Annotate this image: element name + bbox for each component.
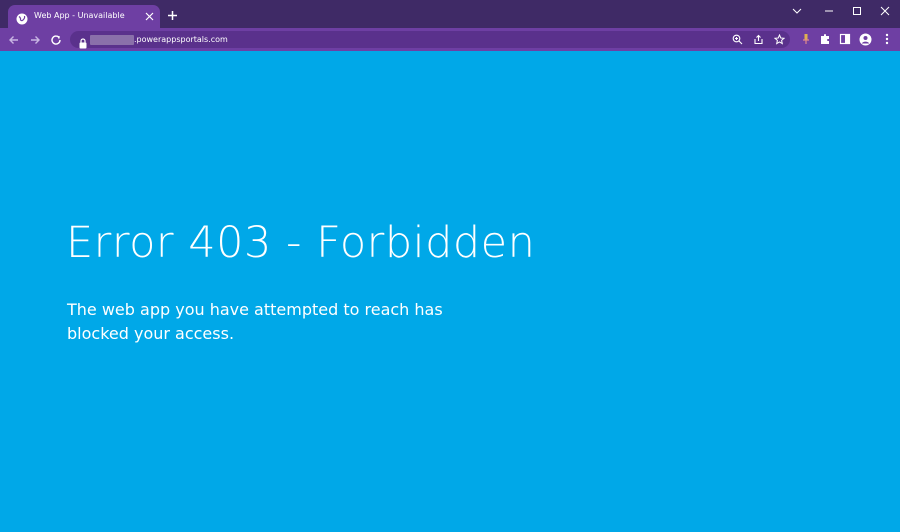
share-icon[interactable]: [752, 33, 765, 46]
error-title: Error 403 - Forbidden: [66, 218, 536, 268]
minimize-icon[interactable]: [814, 0, 844, 22]
star-icon[interactable]: [773, 33, 786, 46]
tab-title: Web App - Unavailable: [34, 11, 125, 20]
chevron-down-icon[interactable]: [782, 0, 812, 22]
globe-icon: [16, 10, 28, 25]
url-text: .powerappsportals.com: [134, 35, 228, 44]
side-panel-icon[interactable]: [838, 32, 852, 46]
page-content: Error 403 - Forbidden The web app you ha…: [0, 51, 900, 532]
extension-pin-icon[interactable]: [799, 32, 813, 46]
reload-icon[interactable]: [48, 32, 63, 47]
address-bar[interactable]: .powerappsportals.com: [70, 31, 790, 49]
kebab-menu-icon[interactable]: [880, 32, 894, 46]
arrow-left-icon[interactable]: [6, 32, 21, 47]
puzzle-icon[interactable]: [818, 32, 832, 46]
plus-icon[interactable]: [165, 8, 179, 22]
browser-toolbar: .powerappsportals.com: [0, 28, 900, 51]
lock-icon[interactable]: [78, 34, 88, 49]
error-message: The web app you have attempted to reach …: [67, 300, 443, 343]
browser-tab[interactable]: Web App - Unavailable: [8, 5, 160, 28]
window-close-icon[interactable]: [870, 0, 900, 22]
maximize-icon[interactable]: [842, 0, 872, 22]
profile-icon[interactable]: [858, 32, 872, 46]
zoom-icon[interactable]: [731, 33, 744, 46]
url-redacted-block: [90, 35, 134, 45]
arrow-right-icon[interactable]: [27, 32, 42, 47]
close-icon[interactable]: [142, 9, 156, 23]
browser-titlebar: Web App - Unavailable: [0, 0, 900, 28]
